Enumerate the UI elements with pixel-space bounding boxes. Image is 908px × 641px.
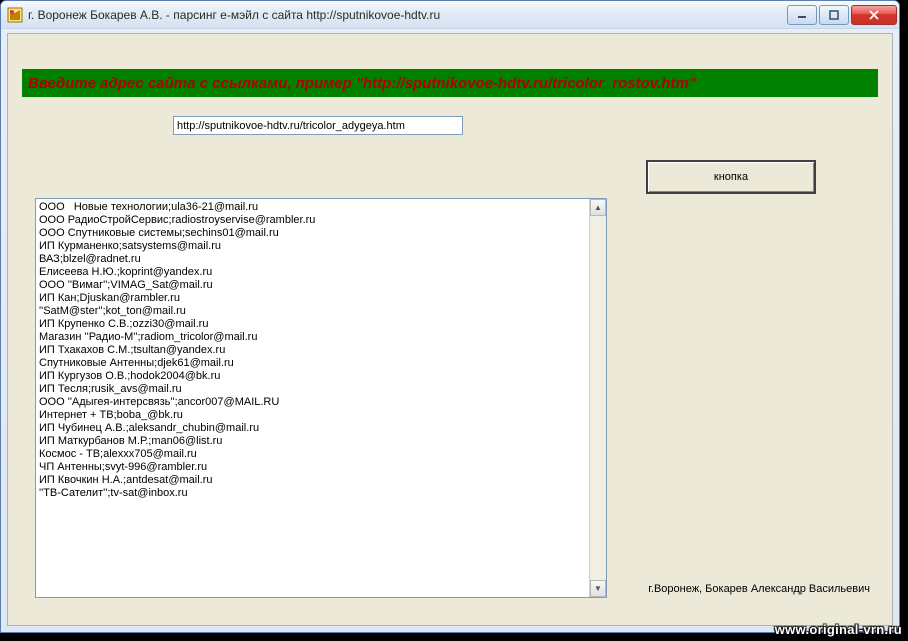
scroll-track[interactable]	[590, 216, 606, 580]
scroll-down-button[interactable]: ▼	[590, 580, 606, 597]
app-icon	[7, 7, 23, 23]
minimize-button[interactable]	[787, 5, 817, 25]
author-label: г.Воронеж, Бокарев Александр Васильевич	[648, 583, 870, 595]
results-memo[interactable]: ООО Новые технологии;ula36-21@mail.ru ОО…	[35, 198, 607, 598]
parse-button-label: кнопка	[714, 171, 748, 183]
application-window: г. Воронеж Бокарев А.В. - парсинг е-мэйл…	[0, 0, 900, 633]
url-input[interactable]	[173, 116, 463, 135]
window-controls	[785, 5, 897, 25]
watermark: www.original-vrn.ru	[775, 622, 902, 637]
client-area: Введите адрес сайта с ссылками, пример "…	[7, 33, 893, 626]
titlebar: г. Воронеж Бокарев А.В. - парсинг е-мэйл…	[1, 1, 899, 29]
window-title: г. Воронеж Бокарев А.В. - парсинг е-мэйл…	[28, 8, 785, 22]
parse-button[interactable]: кнопка	[646, 160, 816, 194]
maximize-button[interactable]	[819, 5, 849, 25]
scroll-up-button[interactable]: ▲	[590, 199, 606, 216]
instruction-banner: Введите адрес сайта с ссылками, пример "…	[22, 69, 878, 97]
scrollbar[interactable]: ▲ ▼	[589, 199, 606, 597]
close-button[interactable]	[851, 5, 897, 25]
results-text[interactable]: ООО Новые технологии;ula36-21@mail.ru ОО…	[36, 199, 589, 597]
